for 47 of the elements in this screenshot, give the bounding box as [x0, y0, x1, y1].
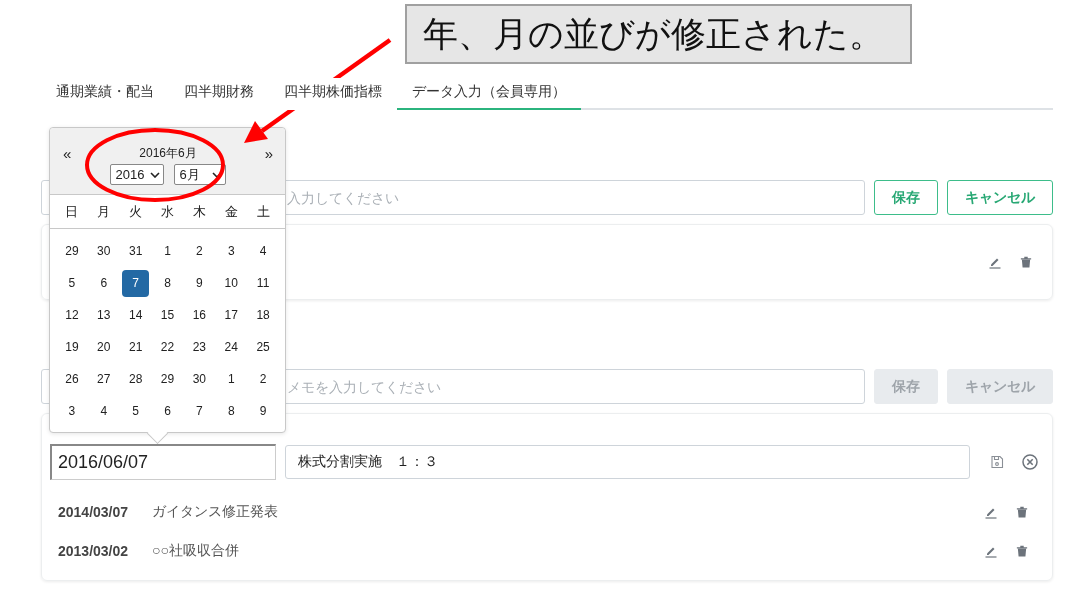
calendar-day[interactable]: 17: [217, 301, 245, 329]
calendar-day[interactable]: 29: [58, 237, 86, 265]
tab[interactable]: 四半期株価指標: [269, 78, 397, 110]
trash-icon[interactable]: [1016, 504, 1028, 519]
entry-memo: ガイタンス修正発表: [152, 502, 278, 521]
calendar-day[interactable]: 2: [185, 237, 213, 265]
calendar-day[interactable]: 1: [154, 237, 181, 265]
calendar-day[interactable]: 8: [154, 269, 181, 297]
entry-memo: ○○社吸収合併: [152, 541, 239, 560]
calendar-day[interactable]: 21: [122, 333, 150, 361]
calendar-title: 2016年6月: [139, 145, 197, 162]
month-select[interactable]: 6月: [173, 164, 226, 185]
calendar-day[interactable]: 14: [122, 301, 150, 329]
save-icon[interactable]: [990, 455, 1004, 469]
calendar-day[interactable]: 18: [249, 301, 277, 329]
calendar-day[interactable]: 5: [58, 269, 86, 297]
calendar-day[interactable]: 16: [185, 301, 213, 329]
calendar-day[interactable]: 4: [249, 237, 277, 265]
calendar-day[interactable]: 31: [122, 237, 150, 265]
calendar-day[interactable]: 19: [58, 333, 86, 361]
calendar-day[interactable]: 3: [217, 237, 245, 265]
calendar-day[interactable]: 22: [154, 333, 181, 361]
next-month-button[interactable]: »: [264, 145, 273, 162]
close-icon[interactable]: [1022, 454, 1038, 470]
calendar-day[interactable]: 9: [185, 269, 213, 297]
calendar-day[interactable]: 30: [90, 237, 118, 265]
annotation-callout: 年、月の並びが修正された。: [405, 4, 912, 64]
trash-icon[interactable]: [1020, 255, 1032, 269]
previous-month-button[interactable]: «: [63, 145, 72, 162]
memo-input-field[interactable]: 株式分割実施 １：３: [285, 445, 970, 479]
calendar-day[interactable]: 11: [249, 269, 277, 297]
calendar-day[interactable]: 6: [90, 269, 118, 297]
calendar-day[interactable]: 10: [217, 269, 245, 297]
date-input-field[interactable]: 2016/06/07: [50, 444, 276, 480]
calendar-day[interactable]: 20: [90, 333, 118, 361]
calendar-day[interactable]: 7: [122, 269, 150, 297]
calendar-day[interactable]: 23: [185, 333, 213, 361]
calendar-day[interactable]: 25: [249, 333, 277, 361]
chevron-down-icon: [149, 171, 160, 178]
entry-date: 2014/03/07: [58, 503, 130, 520]
calendar-day[interactable]: 12: [58, 301, 86, 329]
entry-date: 2013/03/02: [58, 542, 130, 559]
calendar-day[interactable]: 15: [154, 301, 181, 329]
year-select[interactable]: 2016: [109, 164, 164, 185]
calendar-day[interactable]: 24: [217, 333, 245, 361]
trash-icon[interactable]: [1016, 543, 1028, 558]
calendar-day[interactable]: 13: [90, 301, 118, 329]
